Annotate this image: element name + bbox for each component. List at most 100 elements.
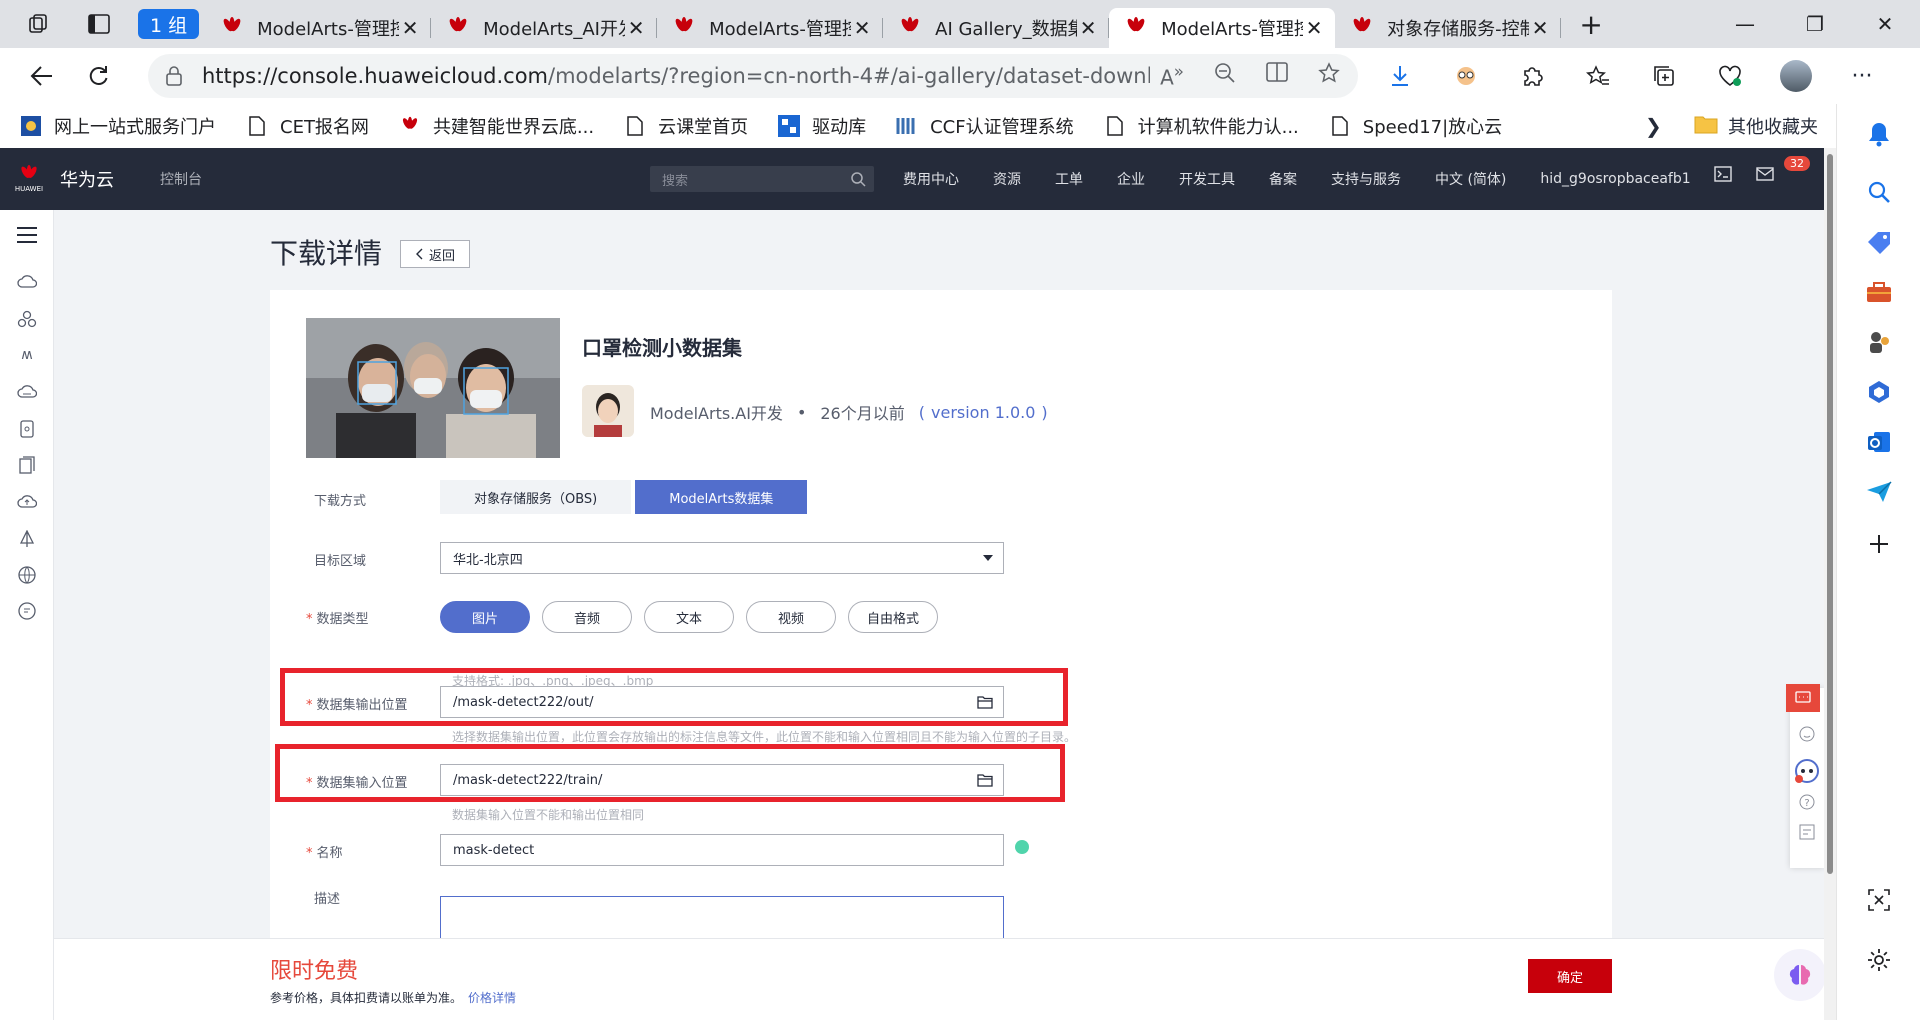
method-option-obs[interactable]: 对象存储服务（OBS) <box>440 480 632 514</box>
terminal-icon[interactable] <box>1714 166 1732 182</box>
close-icon[interactable]: ✕ <box>399 16 421 40</box>
menu-billing[interactable]: 费用中心 <box>903 169 959 189</box>
feedback-icon[interactable] <box>14 598 40 624</box>
page-scrollbar[interactable] <box>1824 148 1836 1020</box>
brand-name[interactable]: 华为云 <box>60 166 114 192</box>
version-link[interactable]: version 1.0.0 <box>931 403 1035 422</box>
device-service-icon[interactable] <box>14 416 40 442</box>
refresh-icon[interactable] <box>70 52 126 100</box>
method-option-modelarts[interactable]: ModelArts数据集 <box>635 480 808 514</box>
screenshot-icon[interactable] <box>1863 884 1895 916</box>
browser-essentials-icon[interactable] <box>1702 54 1758 98</box>
close-icon[interactable]: ✕ <box>625 16 647 40</box>
shopping-tag-icon[interactable] <box>1863 226 1895 258</box>
data-type-text[interactable]: 文本 <box>644 601 734 633</box>
browser-tab-active[interactable]: ModelArts-管理控制台 ✕ <box>1109 8 1336 48</box>
price-detail-link[interactable]: 价格详情 <box>468 991 516 1005</box>
new-tab-button[interactable]: + <box>1571 4 1611 44</box>
menu-language[interactable]: 中文 (简体) <box>1435 169 1506 189</box>
extensions-puzzle-icon[interactable] <box>1504 54 1560 98</box>
lock-icon[interactable] <box>166 66 182 86</box>
menu-enterprise[interactable]: 企业 <box>1117 169 1145 189</box>
menu-account[interactable]: hid_g9osropbaceafb1 <box>1540 171 1690 187</box>
close-icon[interactable]: ✕ <box>1303 16 1325 40</box>
back-arrow-icon[interactable] <box>14 52 70 100</box>
url-text[interactable]: https://console.huaweicloud.com/modelart… <box>202 64 1150 88</box>
bookmark-item[interactable]: CET报名网 <box>246 113 369 139</box>
bookmark-item[interactable]: Speed17|放心云 <box>1329 113 1502 139</box>
microsoft365-icon[interactable] <box>1863 376 1895 408</box>
mail-icon[interactable] <box>1756 166 1774 182</box>
menu-devtools[interactable]: 开发工具 <box>1179 169 1235 189</box>
menu-icp[interactable]: 备案 <box>1269 169 1297 189</box>
url-bar[interactable]: https://console.huaweicloud.com/modelart… <box>148 54 1358 98</box>
deploy-service-icon[interactable] <box>14 526 40 552</box>
browser-tab[interactable]: AI Gallery_数据集 ✕ <box>883 8 1110 48</box>
header-search-input[interactable]: 搜索 <box>650 166 874 192</box>
browser-tab[interactable]: ModelArts_AI开发平台 ✕ <box>431 8 658 48</box>
data-type-video[interactable]: 视频 <box>746 601 836 633</box>
toolbox-icon[interactable] <box>1863 276 1895 308</box>
data-type-audio[interactable]: 音频 <box>542 601 632 633</box>
menu-support[interactable]: 支持与服务 <box>1331 169 1401 189</box>
data-type-free-format[interactable]: 自由格式 <box>848 601 938 633</box>
collections-icon[interactable] <box>1636 54 1692 98</box>
cloud-upload-icon[interactable] <box>14 488 40 514</box>
close-window-icon[interactable]: ✕ <box>1850 0 1920 48</box>
bookmark-item[interactable]: 共建智能世界云底... <box>399 113 594 139</box>
scrollbar-thumb[interactable] <box>1827 154 1833 874</box>
menu-resources[interactable]: 资源 <box>993 169 1021 189</box>
read-aloud-icon[interactable]: A» <box>1160 62 1184 90</box>
bookmark-item[interactable]: CCF认证管理系统 <box>896 113 1074 139</box>
notification-bell-icon[interactable] <box>1863 118 1895 150</box>
ai-brain-icon[interactable] <box>1774 949 1824 1001</box>
back-button[interactable]: 返回 <box>400 240 470 268</box>
favorite-star-icon[interactable] <box>1318 62 1340 84</box>
modelarts-service-icon[interactable]: ʍ <box>14 342 40 368</box>
add-icon[interactable] <box>1863 528 1895 560</box>
browser-tab[interactable]: ModelArts-管理控制台 ✕ <box>205 8 432 48</box>
nodes-service-icon[interactable] <box>14 306 40 332</box>
cloud-service-icon[interactable] <box>14 268 40 294</box>
confirm-button[interactable]: 确定 <box>1528 959 1612 993</box>
close-icon[interactable]: ✕ <box>1077 16 1099 40</box>
chevron-right-icon[interactable]: ❯ <box>1645 114 1662 138</box>
author-avatar[interactable] <box>582 385 634 437</box>
restore-icon[interactable]: ❐ <box>1780 0 1850 48</box>
chat-icon[interactable] <box>1786 684 1820 712</box>
assistant-robot-icon[interactable] <box>1792 756 1822 786</box>
workspaces-icon[interactable] <box>18 0 60 48</box>
browser-tab[interactable]: 对象存储服务-控制台 ✕ <box>1335 8 1562 48</box>
games-icon[interactable] <box>1863 326 1895 358</box>
browser-tab[interactable]: ModelArts-管理控制台 ✕ <box>657 8 884 48</box>
other-bookmarks[interactable]: 其他收藏夹 <box>1694 104 1818 148</box>
close-icon[interactable]: ✕ <box>851 16 873 40</box>
tab-group-chip[interactable]: 1 组 <box>138 9 200 39</box>
data-type-image[interactable]: 图片 <box>440 601 530 633</box>
author-name[interactable]: ModelArts.AI开发 <box>650 400 783 424</box>
help-icon[interactable]: ? <box>1797 792 1817 812</box>
bookmark-item[interactable]: 驱动库 <box>778 113 866 139</box>
split-screen-icon[interactable] <box>1266 62 1288 82</box>
docs-service-icon[interactable] <box>14 452 40 478</box>
smiley-icon[interactable] <box>1797 724 1817 744</box>
profile-avatar[interactable] <box>1768 54 1824 98</box>
favorites-icon[interactable] <box>1570 54 1626 98</box>
name-input[interactable]: mask-detect <box>440 834 1004 866</box>
region-select[interactable]: 华北-北京四 <box>440 542 1004 574</box>
huawei-logo[interactable]: HUAWEI <box>14 165 44 193</box>
search-icon[interactable] <box>850 171 866 187</box>
console-link[interactable]: 控制台 <box>160 169 202 189</box>
bookmark-item[interactable]: 网上一站式服务门户 <box>20 113 216 139</box>
menu-hamburger-icon[interactable] <box>14 222 40 248</box>
send-icon[interactable] <box>1863 476 1895 508</box>
extension-face-icon[interactable] <box>1438 54 1494 98</box>
outlook-icon[interactable] <box>1863 426 1895 458</box>
download-icon[interactable] <box>1372 54 1428 98</box>
globe-icon[interactable] <box>14 562 40 588</box>
close-icon[interactable]: ✕ <box>1529 16 1551 40</box>
zoom-out-icon[interactable] <box>1214 62 1236 84</box>
search-icon[interactable] <box>1863 176 1895 208</box>
minimize-icon[interactable]: — <box>1710 0 1780 48</box>
more-menu-icon[interactable]: ··· <box>1834 54 1890 98</box>
